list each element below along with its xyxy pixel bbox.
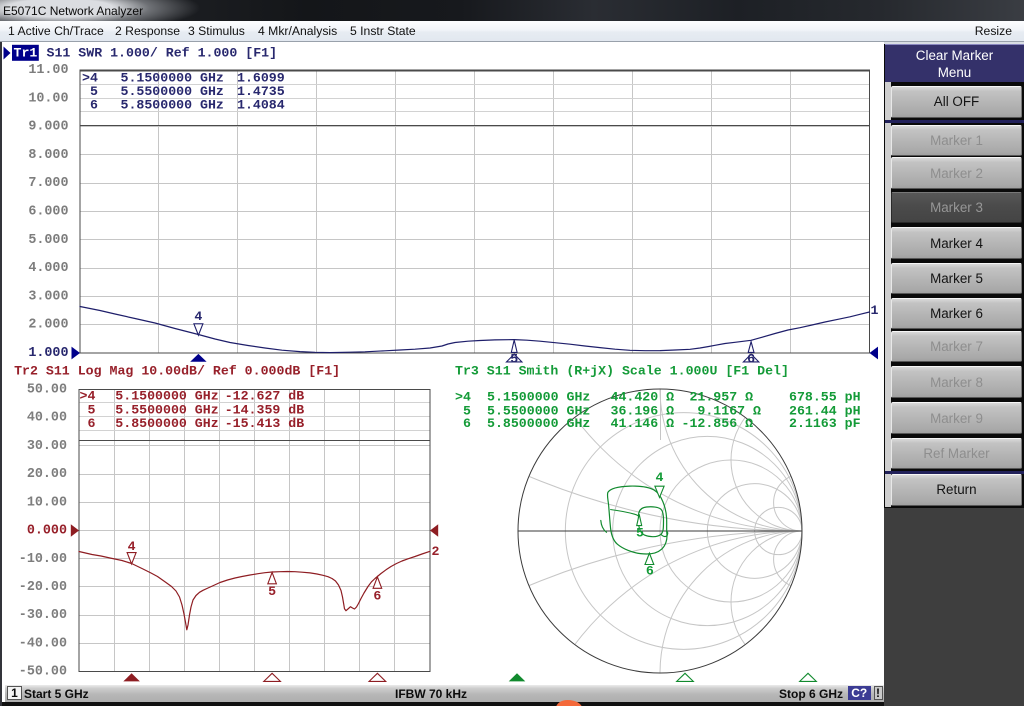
svg-text:-20.00: -20.00 <box>18 580 66 595</box>
svg-text:1.4084: 1.4084 <box>237 98 285 113</box>
svg-text:-12.627 dB: -12.627 dB <box>224 389 304 404</box>
svg-text:6: 6 <box>373 589 381 604</box>
svg-text:5.8500000 GHz: 5.8500000 GHz <box>120 98 223 113</box>
svg-text:5.8500000 GHz: 5.8500000 GHz <box>115 416 218 431</box>
svg-text:5.8500000 GHz: 5.8500000 GHz <box>487 416 590 431</box>
svg-text:-12.856 Ω: -12.856 Ω <box>681 416 753 431</box>
svg-text:4: 4 <box>127 539 135 554</box>
svg-text:6: 6 <box>90 98 98 113</box>
svg-text:5.000: 5.000 <box>28 233 68 248</box>
svg-text:Tr1: Tr1 <box>13 46 37 61</box>
svg-text:-14.359 dB: -14.359 dB <box>224 402 304 417</box>
svg-text:5: 5 <box>87 402 95 417</box>
svg-text:50.00: 50.00 <box>26 383 66 398</box>
svg-text:Tr2 S11 Log Mag 10.00dB/ Ref 0: Tr2 S11 Log Mag 10.00dB/ Ref 0.000dB [F1… <box>14 364 340 379</box>
svg-text:2: 2 <box>431 544 439 559</box>
svg-text:20.00: 20.00 <box>26 467 66 482</box>
svg-text:678.55 pH: 678.55 pH <box>789 390 861 405</box>
svg-text:-10.00: -10.00 <box>18 552 66 567</box>
svg-text:11.00: 11.00 <box>28 63 68 78</box>
svg-text:5.5500000 GHz: 5.5500000 GHz <box>115 402 218 417</box>
svg-text:-30.00: -30.00 <box>18 608 66 623</box>
svg-text:-40.00: -40.00 <box>18 636 66 651</box>
svg-text:5: 5 <box>636 525 644 540</box>
svg-text:4.000: 4.000 <box>28 261 68 276</box>
svg-text:8.000: 8.000 <box>28 148 68 163</box>
svg-text:6: 6 <box>645 564 653 579</box>
svg-text:2.1163 pF: 2.1163 pF <box>789 416 861 431</box>
svg-text:10.00: 10.00 <box>26 495 66 510</box>
svg-text:5.1500000 GHz: 5.1500000 GHz <box>487 390 590 405</box>
svg-text:-15.413 dB: -15.413 dB <box>224 416 304 431</box>
svg-text:5: 5 <box>268 584 276 599</box>
svg-text:4: 4 <box>194 309 202 324</box>
svg-text:5.1500000 GHz: 5.1500000 GHz <box>115 389 218 404</box>
svg-text:9.000: 9.000 <box>28 120 68 135</box>
svg-text:40.00: 40.00 <box>26 411 66 426</box>
svg-text:>4: >4 <box>455 390 471 405</box>
svg-text:21.957 Ω: 21.957 Ω <box>681 390 753 405</box>
svg-text:4: 4 <box>655 470 663 485</box>
svg-text:1.000: 1.000 <box>28 346 68 361</box>
svg-text:6.000: 6.000 <box>28 205 68 220</box>
svg-text:6: 6 <box>455 416 471 431</box>
svg-text:44.420 Ω: 44.420 Ω <box>610 390 674 405</box>
svg-text:Tr3 S11 Smith (R+jX) Scale 1.0: Tr3 S11 Smith (R+jX) Scale 1.000U [F1 De… <box>455 364 789 379</box>
svg-text:-50.00: -50.00 <box>18 665 66 680</box>
svg-text:41.146 Ω: 41.146 Ω <box>610 416 674 431</box>
svg-text:6: 6 <box>87 416 95 431</box>
svg-text:0.000: 0.000 <box>26 524 66 539</box>
svg-text:10.00: 10.00 <box>28 91 68 106</box>
svg-text:3.000: 3.000 <box>28 289 68 304</box>
svg-text:S11 SWR 1.000/ Ref 1.000 [F1]: S11 SWR 1.000/ Ref 1.000 [F1] <box>46 46 277 61</box>
svg-text:2.000: 2.000 <box>28 318 68 333</box>
svg-text:1: 1 <box>870 303 878 318</box>
svg-text:>4: >4 <box>79 389 95 404</box>
svg-text:7.000: 7.000 <box>28 176 68 191</box>
svg-text:30.00: 30.00 <box>26 439 66 454</box>
